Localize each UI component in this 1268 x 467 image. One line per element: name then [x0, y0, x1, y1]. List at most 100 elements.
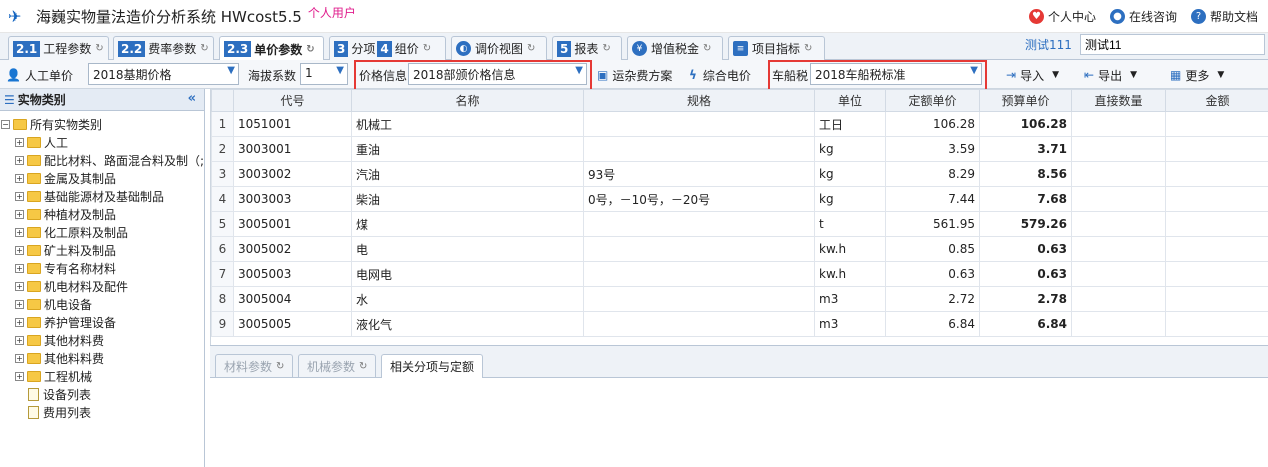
- cell-code[interactable]: 3005003: [233, 261, 352, 287]
- cell-unit[interactable]: m3: [814, 311, 886, 337]
- price-info-select[interactable]: 2018部颁价格信息 ▼: [408, 63, 587, 85]
- cell-name[interactable]: 液化气: [351, 311, 584, 337]
- altitude-select[interactable]: 1 ▼: [300, 63, 348, 85]
- expand-icon[interactable]: +: [15, 335, 24, 345]
- cell-unit[interactable]: kg: [814, 136, 886, 162]
- tree-item-machinery[interactable]: + 工程机械: [0, 367, 204, 385]
- cell-direct-qty[interactable]: [1071, 211, 1166, 237]
- tree-item-electromech-materials[interactable]: + 机电材料及配件: [0, 277, 204, 295]
- collapse-icon[interactable]: «: [188, 91, 196, 106]
- help-doc-link[interactable]: ? 帮助文档: [1190, 8, 1258, 25]
- tree-item-mineral[interactable]: + 矿土料及制品: [0, 241, 204, 259]
- cell-name[interactable]: 电网电: [351, 261, 584, 287]
- cell-amount[interactable]: [1165, 236, 1268, 262]
- cell-name[interactable]: 柴油: [351, 186, 584, 212]
- expand-icon[interactable]: +: [15, 281, 24, 291]
- table-row[interactable]: 8 3005004 水 m3 2.72 2.78: [211, 286, 1268, 312]
- cell-amount[interactable]: [1165, 186, 1268, 212]
- tree-item-chemical[interactable]: + 化工原料及制品: [0, 223, 204, 241]
- tab-item-pricing[interactable]: 3 分项 4 组价 ↻: [329, 36, 446, 60]
- expand-icon[interactable]: +: [15, 353, 24, 363]
- cell-direct-qty[interactable]: [1071, 186, 1166, 212]
- cell-amount[interactable]: [1165, 311, 1268, 337]
- cell-quota-price[interactable]: 561.95: [885, 211, 980, 237]
- cell-unit[interactable]: kw.h: [814, 261, 886, 287]
- table-row[interactable]: 1 1051001 机械工 工日 106.28 106.28: [211, 111, 1268, 137]
- cell-direct-qty[interactable]: [1071, 236, 1166, 262]
- expand-icon[interactable]: +: [15, 209, 24, 219]
- expand-icon[interactable]: +: [15, 371, 24, 381]
- cell-quota-price[interactable]: 3.59: [885, 136, 980, 162]
- cell-name[interactable]: 汽油: [351, 161, 584, 187]
- cell-budget-price[interactable]: 2.78: [979, 286, 1072, 312]
- table-row[interactable]: 5 3005001 煤 t 561.95 579.26: [211, 211, 1268, 237]
- cell-quota-price[interactable]: 0.85: [885, 236, 980, 262]
- expand-icon[interactable]: +: [15, 263, 24, 273]
- tab-project-indicators[interactable]: ≡ 项目指标 ↻: [728, 36, 825, 60]
- table-row[interactable]: 4 3003003 柴油 0号，－10号，－20号 kg 7.44 7.68: [211, 186, 1268, 212]
- cell-spec[interactable]: [583, 261, 815, 287]
- tree-item-energy[interactable]: + 基础能源材及基础制品: [0, 187, 204, 205]
- tab-price-adjust-view[interactable]: ◐ 调价视图 ↻: [451, 36, 547, 60]
- column-header-quota-price[interactable]: 定额单价: [885, 89, 980, 112]
- expand-icon[interactable]: +: [15, 155, 24, 165]
- cell-quota-price[interactable]: 6.84: [885, 311, 980, 337]
- column-header-unit[interactable]: 单位: [814, 89, 886, 112]
- cell-spec[interactable]: [583, 111, 815, 137]
- combined-electric-button[interactable]: ϟ 综合电价: [689, 64, 751, 86]
- column-header-amount[interactable]: 金额: [1165, 89, 1268, 112]
- tab-machine-params[interactable]: 机械参数 ↻: [298, 354, 377, 377]
- cell-name[interactable]: 机械工: [351, 111, 584, 137]
- cell-spec[interactable]: 0号，－10号，－20号: [583, 186, 815, 212]
- cell-budget-price[interactable]: 579.26: [979, 211, 1072, 237]
- column-header-spec[interactable]: 规格: [583, 89, 815, 112]
- cell-spec[interactable]: [583, 211, 815, 237]
- cell-spec[interactable]: [583, 311, 815, 337]
- user-center-link[interactable]: ♥ 个人中心: [1028, 8, 1096, 25]
- cell-amount[interactable]: [1165, 286, 1268, 312]
- expand-icon[interactable]: +: [15, 173, 24, 183]
- expand-icon[interactable]: +: [15, 191, 24, 201]
- expand-icon[interactable]: +: [15, 245, 24, 255]
- cell-unit[interactable]: t: [814, 211, 886, 237]
- tab-unit-price-params[interactable]: 2.3 单价参数 ↻: [219, 36, 324, 61]
- cell-unit[interactable]: kg: [814, 161, 886, 187]
- cell-code[interactable]: 3003002: [233, 161, 352, 187]
- tree-item-planting[interactable]: + 种植材及制品: [0, 205, 204, 223]
- cell-spec[interactable]: 93号: [583, 161, 815, 187]
- tree-item-labor[interactable]: + 人工: [0, 133, 204, 151]
- project-name-input[interactable]: [1080, 34, 1265, 55]
- expand-icon[interactable]: +: [15, 227, 24, 237]
- tree-leaf-equipment-list[interactable]: 设备列表: [0, 385, 204, 403]
- table-row[interactable]: 9 3005005 液化气 m3 6.84 6.84: [211, 311, 1268, 337]
- cell-amount[interactable]: [1165, 136, 1268, 162]
- cell-amount[interactable]: [1165, 111, 1268, 137]
- tab-reports[interactable]: 5 报表 ↻: [552, 36, 622, 60]
- table-row[interactable]: 3 3003002 汽油 93号 kg 8.29 8.56: [211, 161, 1268, 187]
- tree-root[interactable]: − 所有实物类别: [0, 115, 204, 133]
- cell-code[interactable]: 3005005: [233, 311, 352, 337]
- cell-quota-price[interactable]: 0.63: [885, 261, 980, 287]
- cell-name[interactable]: 煤: [351, 211, 584, 237]
- export-button[interactable]: ⇤ 导出 ▼: [1084, 64, 1137, 86]
- tab-related-items[interactable]: 相关分项与定额: [381, 354, 484, 378]
- cell-spec[interactable]: [583, 236, 815, 262]
- transport-fee-button[interactable]: ▣ 运杂费方案: [597, 64, 672, 86]
- expand-icon[interactable]: +: [15, 137, 24, 147]
- cell-amount[interactable]: [1165, 261, 1268, 287]
- table-row[interactable]: 7 3005003 电网电 kw.h 0.63 0.63: [211, 261, 1268, 287]
- tab-rate-params[interactable]: 2.2 费率参数 ↻: [113, 36, 214, 60]
- cell-budget-price[interactable]: 3.71: [979, 136, 1072, 162]
- online-consult-link[interactable]: ● 在线咨询: [1109, 8, 1177, 25]
- cell-code[interactable]: 3003001: [233, 136, 352, 162]
- cell-budget-price[interactable]: 8.56: [979, 161, 1072, 187]
- cell-name[interactable]: 水: [351, 286, 584, 312]
- cell-amount[interactable]: [1165, 161, 1268, 187]
- cell-spec[interactable]: [583, 136, 815, 162]
- tree-item-metals[interactable]: + 金属及其制品: [0, 169, 204, 187]
- tree-item-maintenance[interactable]: + 养护管理设备: [0, 313, 204, 331]
- cell-budget-price[interactable]: 0.63: [979, 261, 1072, 287]
- more-button[interactable]: ▦ 更多 ▼: [1170, 64, 1224, 86]
- cell-name[interactable]: 重油: [351, 136, 584, 162]
- cell-unit[interactable]: kg: [814, 186, 886, 212]
